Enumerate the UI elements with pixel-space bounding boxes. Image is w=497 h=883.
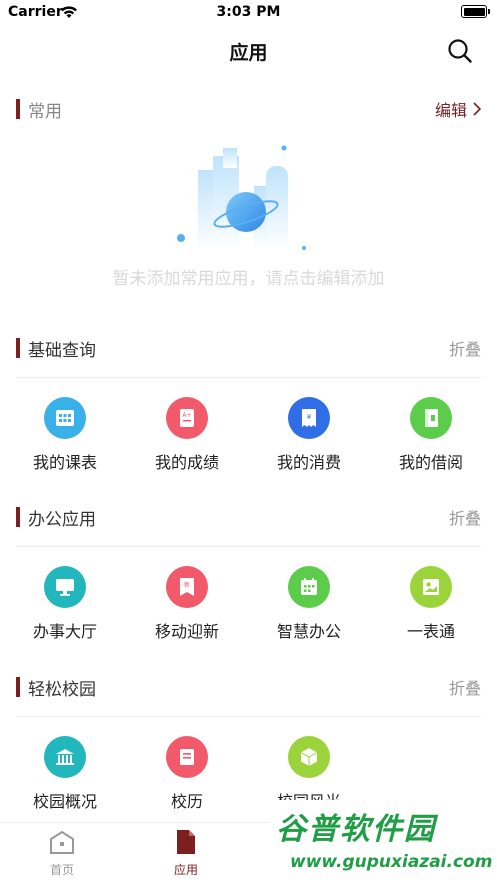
app-label: 移动迎新 <box>154 622 219 641</box>
app-row-office: 办事大厅 新 移动迎新 智慧办公 一表通 <box>0 566 497 646</box>
app-smart-office[interactable]: 智慧办公 <box>254 566 364 642</box>
tab-apps[interactable]: 应用 <box>156 829 216 878</box>
watermark-logo: 谷普软件园 www.gupuxiazai.com <box>270 800 497 883</box>
battery-level <box>463 7 485 16</box>
battery-icon <box>461 5 490 18</box>
tab-home[interactable]: 首页 <box>32 829 92 878</box>
app-label: 办事大厅 <box>32 622 97 641</box>
empty-city-illustration <box>168 138 318 258</box>
chevron-right-icon <box>473 102 481 116</box>
institution-icon <box>44 736 86 778</box>
home-icon <box>50 830 74 854</box>
app-row-basic-query: 我的课表 A+ 我的成绩 ¥ 我的消费 我的借阅 <box>0 397 497 477</box>
app-label: 智慧办公 <box>276 622 341 641</box>
app-service-hall[interactable]: 办事大厅 <box>10 566 120 642</box>
svg-text:A+: A+ <box>182 412 191 419</box>
app-school-calendar[interactable]: 校历 <box>132 736 242 812</box>
svg-text:¥: ¥ <box>307 413 312 421</box>
tab-label: 应用 <box>173 863 198 877</box>
calendar-book-icon <box>166 736 208 778</box>
section-header-office: 办公应用 折叠 <box>16 503 481 531</box>
section-accent-bar <box>16 338 20 358</box>
page-title: 应用 <box>229 42 268 64</box>
app-my-grades[interactable]: A+ 我的成绩 <box>132 397 242 473</box>
search-icon[interactable] <box>447 38 473 64</box>
section-accent-bar <box>16 99 20 119</box>
edit-button[interactable]: 编辑 <box>435 97 481 121</box>
app-campus-overview[interactable]: 校园概况 <box>10 736 120 812</box>
timetable-icon <box>44 397 86 439</box>
section-header-campus: 轻松校园 折叠 <box>16 673 481 701</box>
common-section-header: 常用 编辑 <box>16 95 481 123</box>
app-label: 我的消费 <box>276 453 341 472</box>
cube-icon <box>288 736 330 778</box>
common-section-title: 常用 <box>28 102 62 122</box>
book-icon <box>410 397 452 439</box>
app-label: 校历 <box>170 792 203 811</box>
tab-label: 首页 <box>49 863 74 877</box>
watermark-title: 谷普软件园 <box>276 812 436 847</box>
calendar-icon <box>288 566 330 608</box>
grade-icon: A+ <box>166 397 208 439</box>
app-label: 我的课表 <box>32 453 97 472</box>
section-header-basic-query: 基础查询 折叠 <box>16 334 481 362</box>
section-title: 轻松校园 <box>28 680 96 700</box>
app-one-form[interactable]: 一表通 <box>376 566 486 642</box>
status-bar: Carrier 3:03 PM <box>0 0 497 26</box>
svg-text:新: 新 <box>184 581 190 589</box>
app-label: 我的借阅 <box>398 453 463 472</box>
divider <box>16 546 481 547</box>
new-badge-icon: 新 <box>166 566 208 608</box>
edit-label: 编辑 <box>434 101 467 120</box>
app-my-timetable[interactable]: 我的课表 <box>10 397 120 473</box>
collapse-button[interactable]: 折叠 <box>449 336 481 360</box>
section-accent-bar <box>16 677 20 697</box>
app-mobile-enrollment[interactable]: 新 移动迎新 <box>132 566 242 642</box>
monitor-icon <box>44 566 86 608</box>
divider <box>16 377 481 378</box>
app-my-spending[interactable]: ¥ 我的消费 <box>254 397 364 473</box>
status-time: 3:03 PM <box>216 4 281 20</box>
empty-state-text: 暂未添加常用应用，请点击编辑添加 <box>112 269 385 289</box>
collapse-button[interactable]: 折叠 <box>449 675 481 699</box>
app-label: 一表通 <box>406 622 455 641</box>
receipt-icon: ¥ <box>288 397 330 439</box>
section-accent-bar <box>16 507 20 527</box>
app-my-borrowing[interactable]: 我的借阅 <box>376 397 486 473</box>
section-title: 基础查询 <box>28 341 96 361</box>
divider <box>16 716 481 717</box>
form-icon <box>410 566 452 608</box>
app-label: 我的成绩 <box>154 453 219 472</box>
document-icon <box>177 830 195 854</box>
collapse-button[interactable]: 折叠 <box>449 505 481 529</box>
app-label: 校园概况 <box>32 792 97 811</box>
section-title: 办公应用 <box>28 510 96 530</box>
watermark-url: www.gupuxiazai.com <box>290 852 493 872</box>
